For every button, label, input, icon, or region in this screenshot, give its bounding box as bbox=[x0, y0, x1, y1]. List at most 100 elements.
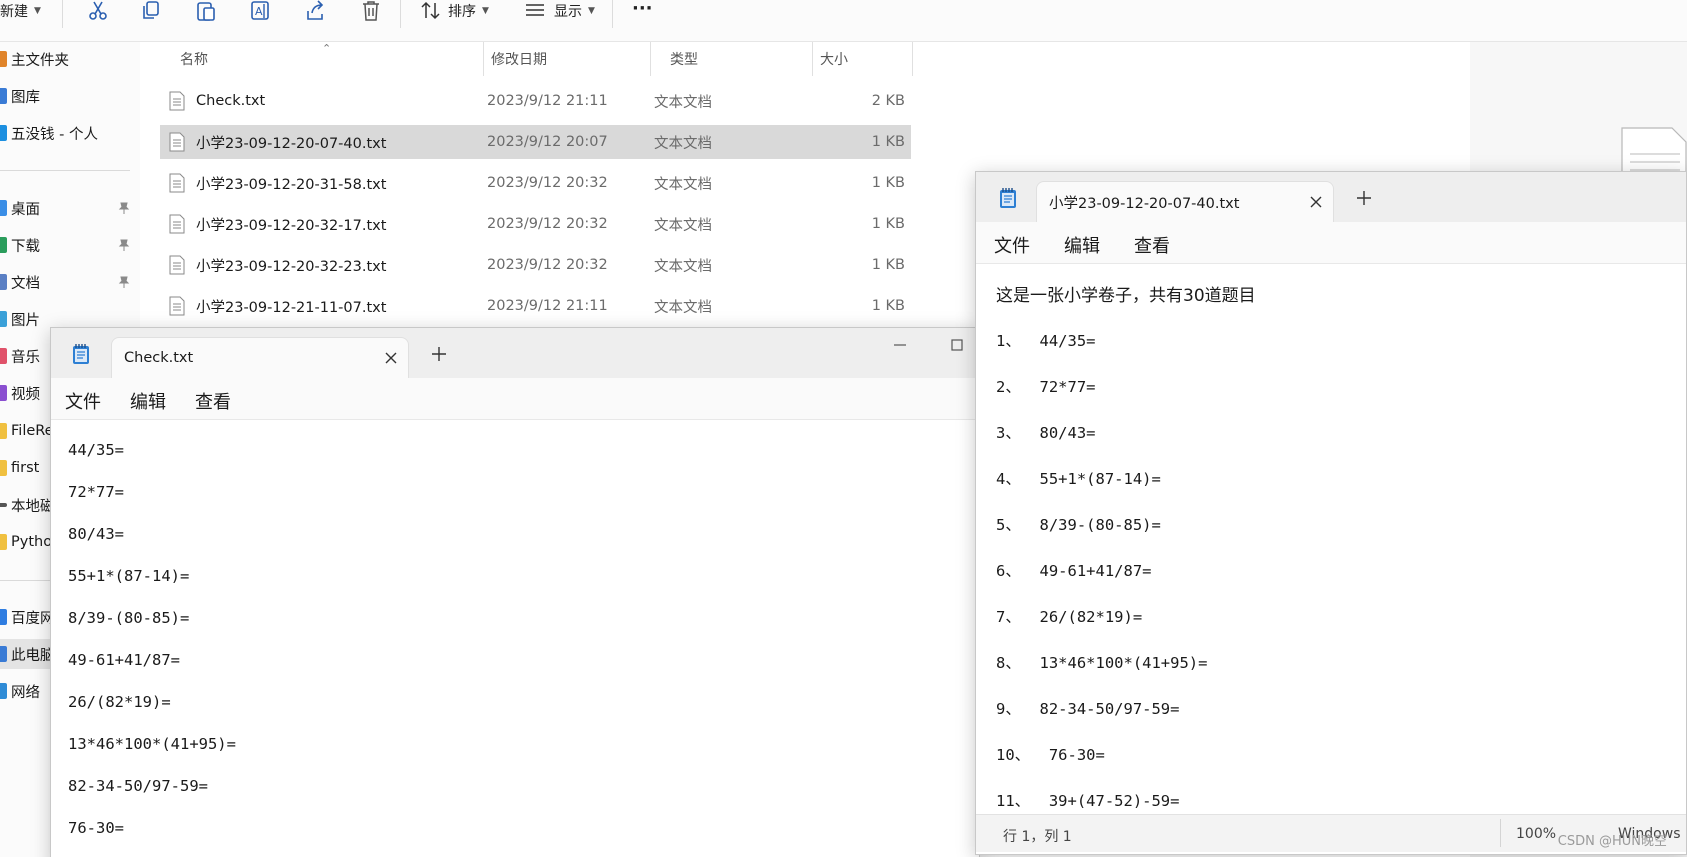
share-icon bbox=[307, 0, 324, 20]
tab-check[interactable]: Check.txt bbox=[111, 337, 409, 378]
text-line: 72*77= bbox=[68, 483, 124, 501]
sort-icon bbox=[421, 1, 440, 20]
rename-icon: A bbox=[251, 1, 269, 20]
delete-button[interactable] bbox=[360, 0, 382, 22]
sidebar-item-label: 百度网 bbox=[11, 610, 55, 627]
sidebar-item-desktop[interactable]: 桌面 bbox=[0, 193, 140, 223]
sidebar-item-home[interactable]: 主文件夹 bbox=[0, 44, 140, 74]
menu-view[interactable]: 查看 bbox=[1134, 232, 1170, 258]
sidebar-item-onedrive[interactable]: 五没钱 - 个人 bbox=[0, 118, 140, 148]
new-label: 新建 bbox=[0, 4, 28, 20]
question-line: 9、 82-34-50/97-59= bbox=[996, 700, 1180, 718]
close-tab-icon[interactable] bbox=[1307, 193, 1325, 211]
sidebar-item-label: 主文件夹 bbox=[11, 52, 69, 69]
tab-exam[interactable]: 小学23-09-12-20-07-40.txt bbox=[1036, 181, 1334, 222]
column-divider[interactable] bbox=[812, 42, 813, 76]
new-button[interactable]: 新建 ▼ bbox=[0, 0, 41, 22]
cut-icon bbox=[89, 1, 107, 20]
menu-file[interactable]: 文件 bbox=[65, 388, 101, 414]
sidebar-item-label: 文档 bbox=[11, 275, 40, 292]
menu-edit[interactable]: 编辑 bbox=[1064, 232, 1100, 258]
minimize-icon[interactable] bbox=[891, 336, 909, 354]
chevron-down-icon: ▼ bbox=[482, 6, 489, 16]
question-line: 4、 55+1*(87-14)= bbox=[996, 470, 1161, 488]
notepad-icon bbox=[1000, 188, 1016, 208]
text-line: 26/(82*19)= bbox=[68, 693, 171, 711]
music-icon bbox=[0, 348, 7, 364]
sidebar-item-label: 五没钱 - 个人 bbox=[11, 126, 98, 143]
file-size: 1 KB bbox=[871, 134, 905, 150]
file-row[interactable]: 小学23-09-12-20-07-40.txt 2023/9/12 20:07 … bbox=[160, 125, 911, 159]
tab-title: Check.txt bbox=[124, 350, 194, 366]
file-row[interactable]: 小学23-09-12-20-31-58.txt 2023/9/12 20:32 … bbox=[160, 166, 911, 200]
file-name: 小学23-09-12-21-11-07.txt bbox=[196, 299, 387, 316]
file-size: 1 KB bbox=[871, 175, 905, 191]
file-name: 小学23-09-12-20-32-17.txt bbox=[196, 217, 387, 234]
file-date: 2023/9/12 20:07 bbox=[487, 134, 608, 150]
file-type: 文本文档 bbox=[654, 258, 712, 275]
maximize-icon[interactable] bbox=[948, 336, 966, 354]
text-file-icon bbox=[169, 132, 185, 152]
question-line: 5、 8/39-(80-85)= bbox=[996, 516, 1161, 534]
file-date: 2023/9/12 20:32 bbox=[487, 175, 608, 191]
file-row[interactable]: 小学23-09-12-20-32-23.txt 2023/9/12 20:32 … bbox=[160, 248, 911, 282]
column-label: 名称 bbox=[180, 52, 208, 68]
sidebar-item-label: 图片 bbox=[11, 312, 40, 329]
file-type: 文本文档 bbox=[654, 299, 712, 316]
view-button[interactable]: 显示 ▼ bbox=[524, 0, 595, 22]
share-button[interactable] bbox=[305, 0, 327, 22]
pin-icon bbox=[118, 239, 130, 251]
question-line: 3、 80/43= bbox=[996, 424, 1096, 442]
rename-button[interactable]: A bbox=[250, 0, 272, 22]
sidebar-item-downloads[interactable]: 下载 bbox=[0, 230, 140, 260]
menu-view[interactable]: 查看 bbox=[195, 388, 231, 414]
text-line: 44/35= bbox=[68, 441, 124, 459]
cursor-position: 行 1，列 1 bbox=[1003, 829, 1072, 845]
file-type: 文本文档 bbox=[654, 217, 712, 234]
sidebar-item-gallery[interactable]: 图库 bbox=[0, 81, 140, 111]
paste-icon bbox=[197, 2, 215, 21]
file-row[interactable]: 小学23-09-12-21-11-07.txt 2023/9/12 21:11 … bbox=[160, 289, 911, 323]
column-divider[interactable] bbox=[483, 42, 484, 76]
column-divider[interactable] bbox=[650, 42, 651, 76]
column-header-date[interactable]: 修改日期 bbox=[491, 42, 547, 76]
sidebar-item-label: 桌面 bbox=[11, 201, 40, 218]
new-tab-icon[interactable] bbox=[1354, 188, 1374, 208]
video-icon bbox=[0, 385, 7, 401]
view-label: 显示 bbox=[554, 4, 582, 20]
column-label: 修改日期 bbox=[491, 52, 547, 68]
tab-title: 小学23-09-12-20-07-40.txt bbox=[1049, 195, 1240, 212]
copy-button[interactable] bbox=[140, 0, 162, 22]
folder-icon bbox=[0, 460, 7, 476]
file-row[interactable]: Check.txt 2023/9/12 21:11 文本文档 2 KB bbox=[160, 84, 911, 118]
question-line: 1、 44/35= bbox=[996, 332, 1096, 350]
menu-bar: 文件 编辑 查看 bbox=[976, 222, 1686, 264]
menu-edit[interactable]: 编辑 bbox=[130, 388, 166, 414]
column-label: 类型 bbox=[670, 52, 698, 68]
column-header-size[interactable]: 大小 bbox=[820, 42, 848, 76]
title-bar: 小学23-09-12-20-07-40.txt bbox=[976, 172, 1686, 222]
menu-file[interactable]: 文件 bbox=[994, 232, 1030, 258]
drive-icon bbox=[0, 503, 7, 507]
close-tab-icon[interactable] bbox=[382, 349, 400, 367]
question-line: 8、 13*46*100*(41+95)= bbox=[996, 654, 1208, 672]
text-file-icon bbox=[169, 214, 185, 234]
file-row[interactable]: 小学23-09-12-20-32-17.txt 2023/9/12 20:32 … bbox=[160, 207, 911, 241]
sidebar-item-documents[interactable]: 文档 bbox=[0, 267, 140, 297]
sort-button[interactable]: 排序 ▼ bbox=[420, 0, 489, 22]
paste-button[interactable] bbox=[195, 0, 217, 22]
text-file-icon bbox=[169, 91, 185, 111]
notepad-window-exam: 小学23-09-12-20-07-40.txt 文件 编辑 查看 这是一张小学卷… bbox=[975, 171, 1687, 855]
notepad-icon bbox=[73, 344, 89, 364]
sidebar-item-label: 此电脑 bbox=[11, 647, 55, 664]
zoom-level[interactable]: 100% bbox=[1516, 826, 1556, 842]
column-header-type[interactable]: 类型 bbox=[670, 42, 698, 76]
more-options-button[interactable]: ··· bbox=[632, 0, 653, 19]
column-header-name[interactable]: 名称 bbox=[180, 42, 208, 76]
title-bar: Check.txt bbox=[51, 328, 979, 378]
text-line: 49-61+41/87= bbox=[68, 651, 180, 669]
new-tab-icon[interactable] bbox=[429, 344, 449, 364]
file-size: 2 KB bbox=[871, 93, 905, 109]
column-divider[interactable] bbox=[912, 42, 913, 76]
cut-button[interactable] bbox=[87, 0, 109, 22]
